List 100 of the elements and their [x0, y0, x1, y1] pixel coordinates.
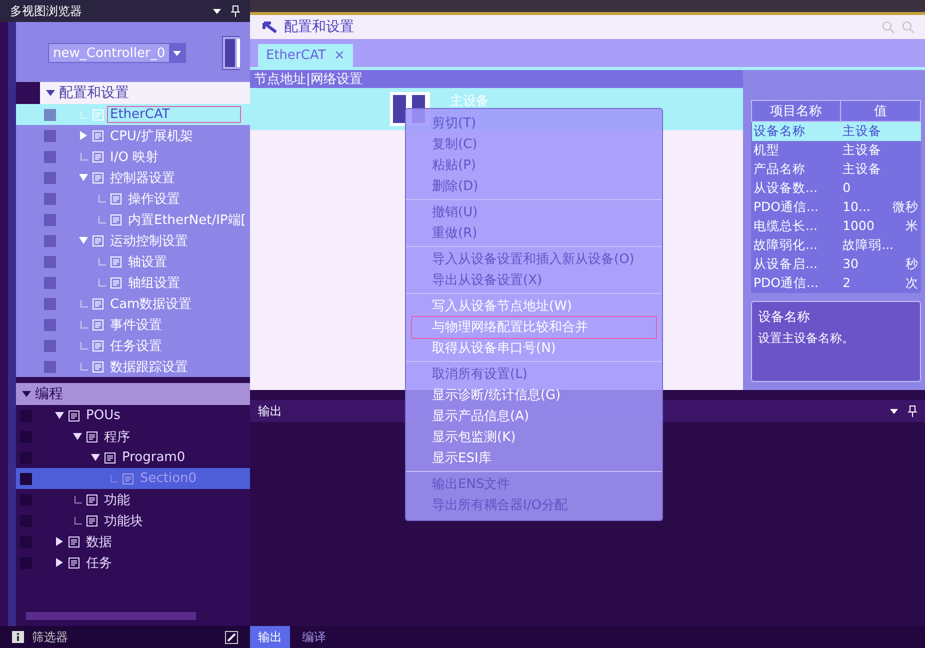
expand-arrow-icon[interactable] [55, 558, 64, 567]
node-icon [92, 340, 104, 352]
node-icon [110, 256, 122, 268]
property-name: 从设备数... [752, 179, 841, 198]
tree-item[interactable]: 任务设置 [108, 336, 164, 354]
tree-connector-icon [80, 362, 88, 370]
node-icon [68, 410, 80, 422]
tree-section-header[interactable]: 配置和设置 [40, 82, 250, 104]
tree-row-marker [44, 234, 56, 246]
property-name: 故障弱化... [752, 236, 841, 255]
expand-arrow-icon[interactable] [55, 537, 64, 546]
tree-connector-icon [98, 194, 106, 202]
tree-item[interactable]: 轴设置 [126, 252, 169, 270]
output-tab[interactable]: 输出 [250, 626, 290, 648]
tree-item[interactable]: 控制器设置 [108, 168, 177, 186]
expand-arrow-icon[interactable] [55, 411, 64, 420]
expand-arrow-icon[interactable] [73, 432, 82, 441]
tree-row-marker [44, 172, 56, 184]
tree-item[interactable]: 程序 [102, 428, 132, 446]
scrollbar[interactable] [26, 612, 196, 620]
menu-item[interactable]: 显示ESI库 [412, 448, 656, 469]
menu-item[interactable]: 取得从设备串口号(N) [412, 338, 656, 359]
tree-item[interactable]: Program0 [120, 450, 188, 465]
controller-dropdown[interactable]: new_Controller_0 [48, 43, 186, 63]
tree-item[interactable]: 事件设置 [108, 316, 164, 334]
node-icon [92, 318, 104, 330]
tree-item[interactable]: 内置EtherNet/IP端[ [126, 210, 248, 228]
expand-arrow-icon [46, 89, 55, 97]
tree-section-header[interactable]: 编程 [16, 383, 250, 405]
property-value: 主设备 [842, 161, 882, 178]
tree-item[interactable]: Section0 [138, 471, 199, 486]
tree-connector-icon [80, 320, 88, 328]
tree-item[interactable]: 数据 [84, 532, 114, 550]
expand-arrow-icon[interactable] [91, 453, 100, 462]
property-value: 10... [842, 199, 870, 216]
tree-connector-icon [98, 216, 106, 224]
property-value: 主设备 [842, 123, 882, 140]
tree-row-marker [44, 318, 56, 330]
property-name: 设备名称 [752, 122, 841, 141]
tree-item[interactable]: 功能 [102, 490, 132, 508]
controller-icon [222, 36, 240, 70]
tree-connector-icon [98, 278, 106, 286]
node-icon [104, 452, 116, 464]
node-icon [110, 214, 122, 226]
menu-item[interactable]: 与物理网络配置比较和合并 [412, 317, 656, 338]
back-arrow-icon[interactable] [260, 20, 278, 34]
property-value: 故障弱... [842, 237, 894, 254]
tree-item[interactable]: 任务 [84, 554, 114, 572]
tree-row-marker [44, 130, 56, 142]
output-title: 输出 [258, 402, 282, 420]
column-header: 项目名称 [752, 100, 841, 122]
editor-title: 配置和设置 [284, 18, 354, 36]
menu-item[interactable]: 显示包监测(K) [412, 427, 656, 448]
tree-row-marker [44, 192, 56, 204]
node-icon [122, 472, 134, 484]
tree-connector-icon [98, 258, 106, 266]
property-value: 2 [842, 275, 851, 292]
tree-row-marker [44, 360, 56, 372]
node-icon [86, 514, 98, 526]
menu-item[interactable]: 写入从设备节点地址(W) [412, 296, 656, 317]
property-name: PDO通信... [752, 274, 841, 293]
tree-item[interactable]: Cam数据设置 [108, 294, 194, 312]
tree-connector-icon [80, 152, 88, 160]
node-icon [110, 276, 122, 288]
node-icon [92, 150, 104, 162]
device-label: 主设备 [450, 93, 489, 110]
unit-label: 秒 [906, 256, 918, 273]
menu-item[interactable]: 显示产品信息(A) [412, 406, 656, 427]
tree-item[interactable]: I/O 映射 [108, 148, 161, 166]
node-icon [68, 536, 80, 548]
tree-item[interactable]: 操作设置 [126, 190, 182, 208]
node-icon [92, 360, 104, 372]
tree-item[interactable]: CPU/扩展机架 [108, 126, 195, 144]
property-name: PDO通信... [752, 198, 841, 217]
tree-item[interactable]: 运动控制设置 [108, 232, 190, 250]
node-icon [92, 172, 104, 184]
pane-header: 节点地址|网络设置 [250, 70, 743, 88]
tree-row-marker [20, 472, 32, 484]
tree-item[interactable]: 轴组设置 [126, 274, 182, 292]
tree-connector-icon [80, 110, 88, 118]
property-name: 电缆总长... [752, 217, 841, 236]
property-value: 30 [842, 256, 858, 273]
property-value: 1000 [842, 218, 874, 235]
output-tab[interactable]: 编译 [294, 626, 334, 648]
node-icon [92, 298, 104, 310]
dropdown-icon[interactable] [889, 407, 899, 415]
close-icon[interactable]: × [334, 48, 345, 63]
tree-item[interactable]: 数据跟踪设置 [108, 358, 190, 376]
node-icon [92, 108, 104, 120]
dropdown-icon[interactable] [212, 7, 222, 15]
tree-item[interactable]: POUs [84, 408, 122, 423]
unit-label: 米 [906, 218, 918, 235]
info-icon [12, 631, 24, 643]
tree-row-marker [44, 108, 56, 120]
tree-item[interactable]: 功能块 [102, 512, 145, 530]
menu-item[interactable]: 显示诊断/统计信息(G) [412, 385, 656, 406]
expand-arrow-icon [22, 390, 31, 398]
node-icon [86, 494, 98, 506]
property-name: 机型 [752, 141, 841, 160]
editor-tab[interactable]: EtherCAT × [258, 44, 353, 67]
